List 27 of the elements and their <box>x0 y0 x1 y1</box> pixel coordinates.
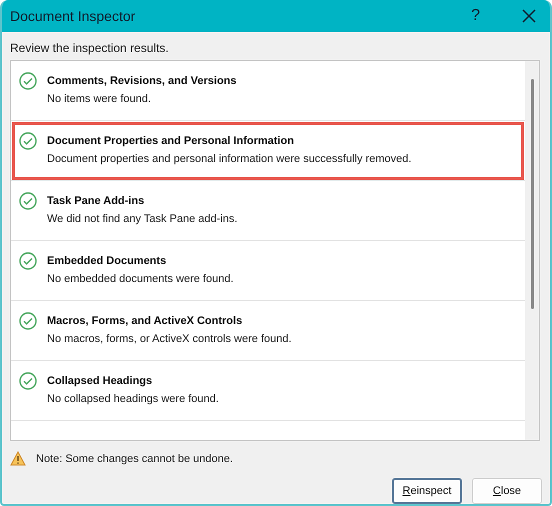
check-circle-icon <box>19 312 37 330</box>
instruction-text: Review the inspection results. <box>9 40 170 57</box>
scrollbar-thumb[interactable] <box>530 79 534 309</box>
result-title: Collapsed Headings <box>47 375 154 387</box>
note-text: Note: Some changes cannot be undone. <box>36 452 233 464</box>
check-circle-icon <box>19 252 37 270</box>
check-circle-icon <box>19 132 37 150</box>
check-circle-icon <box>19 372 37 390</box>
result-title: Document Properties and Personal Information <box>47 135 295 147</box>
result-title: Comments, Revisions, and Versions <box>47 75 237 87</box>
window-title: Document Inspector <box>10 8 136 24</box>
check-circle-icon <box>19 192 37 210</box>
result-detail: No items were found. <box>47 93 152 105</box>
close-dialog-button[interactable]: Close <box>472 478 542 504</box>
result-title: Task Pane Add-ins <box>47 195 146 207</box>
warning-icon <box>10 451 26 466</box>
result-detail: No collapsed headings were found. <box>47 393 219 405</box>
help-button[interactable]: ? <box>465 5 486 27</box>
check-circle-icon <box>19 72 37 90</box>
result-title: Embedded Documents <box>47 255 168 267</box>
close-button[interactable] <box>520 7 538 25</box>
result-detail: We did not find any Task Pane add-ins. <box>47 213 238 225</box>
result-detail: No macros, forms, or ActiveX controls were found. <box>47 333 292 345</box>
reinspect-button[interactable]: Reinspect <box>392 478 462 504</box>
result-detail: No embedded documents were found. <box>47 273 234 285</box>
result-title: Macros, Forms, and ActiveX Controls <box>47 315 244 327</box>
result-detail: Document properties and personal information were successfully removed. <box>47 153 412 165</box>
